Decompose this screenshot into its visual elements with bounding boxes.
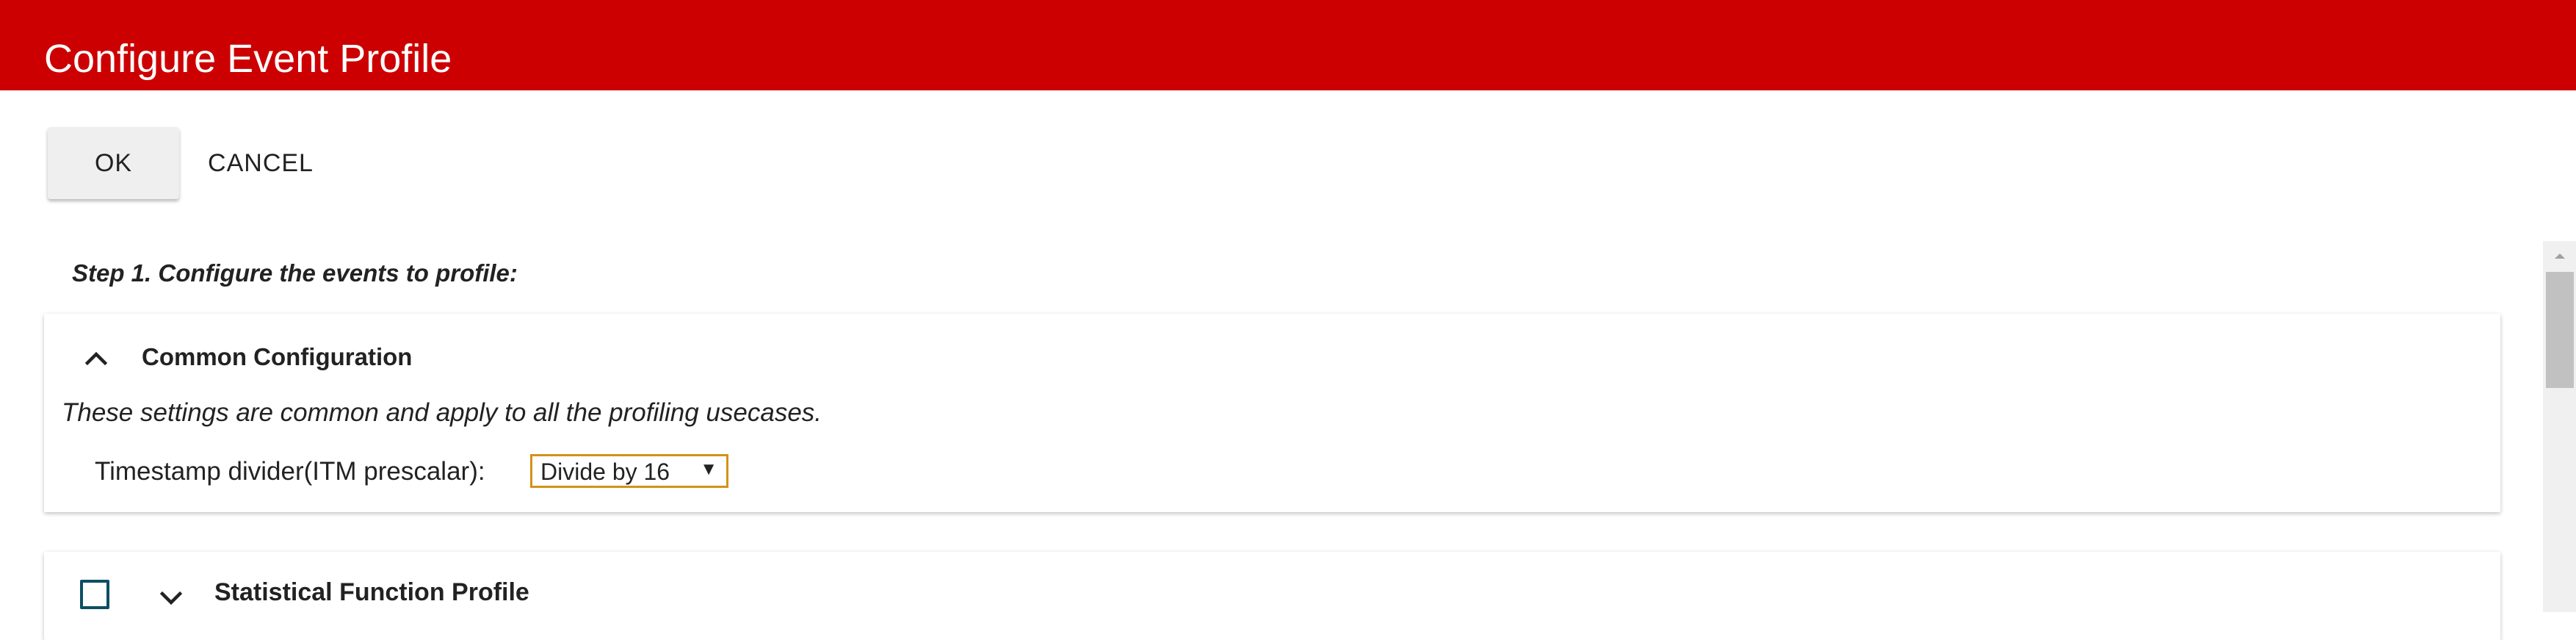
step-title: Step 1. Configure the events to profile: <box>72 259 518 287</box>
timestamp-divider-select[interactable]: Divide by 16 ▼ <box>530 454 728 488</box>
common-configuration-panel: Common Configuration These settings are … <box>44 314 2500 512</box>
common-configuration-title[interactable]: Common Configuration <box>142 343 412 371</box>
statistical-function-profile-panel: Statistical Function Profile <box>44 552 2500 640</box>
app-header: Configure Event Profile <box>0 0 2576 90</box>
scrollbar-thumb[interactable] <box>2546 272 2574 388</box>
vertical-scrollbar[interactable] <box>2543 241 2576 612</box>
timestamp-divider-label: Timestamp divider(ITM prescalar): <box>95 457 485 486</box>
arrow-up-icon[interactable] <box>2543 241 2576 270</box>
chevron-up-icon[interactable] <box>82 343 111 373</box>
common-configuration-description: These settings are common and apply to a… <box>62 398 822 427</box>
statistical-function-profile-title[interactable]: Statistical Function Profile <box>214 578 529 607</box>
page-title: Configure Event Profile <box>44 37 452 81</box>
chevron-down-icon[interactable] <box>156 584 186 614</box>
ok-button[interactable]: OK <box>48 127 179 199</box>
statistical-function-profile-checkbox[interactable] <box>80 580 109 609</box>
dropdown-arrow-icon: ▼ <box>700 459 717 479</box>
timestamp-divider-value: Divide by 16 <box>540 459 670 485</box>
cancel-button[interactable]: CANCEL <box>198 127 323 199</box>
